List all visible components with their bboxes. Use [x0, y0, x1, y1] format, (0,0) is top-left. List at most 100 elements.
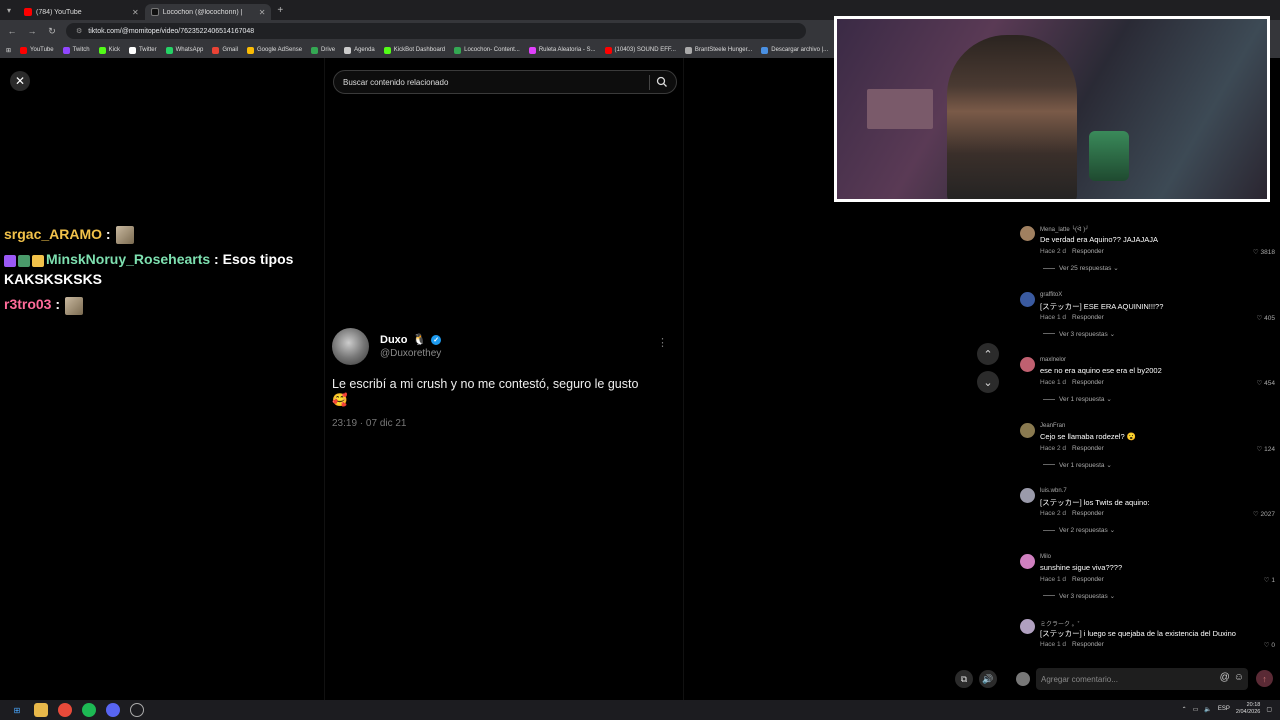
- bookmark-item[interactable]: Gmail: [212, 46, 238, 54]
- comment-username[interactable]: ミクラーク 。˚: [1040, 619, 1080, 628]
- avatar[interactable]: [1020, 488, 1035, 503]
- next-video-button[interactable]: ⌄: [977, 371, 999, 393]
- bookmark-item[interactable]: Twitch: [62, 46, 90, 54]
- volume-icon[interactable]: 🔊: [979, 670, 997, 688]
- view-replies-button[interactable]: Ver 2 respuestas ⌄: [1043, 526, 1115, 534]
- like-button[interactable]: ♡ 454: [1257, 379, 1276, 387]
- like-button[interactable]: ♡ 1: [1264, 576, 1275, 584]
- forward-icon[interactable]: →: [26, 26, 38, 36]
- view-replies-button[interactable]: Ver 3 respuestas ⌄: [1043, 592, 1115, 600]
- tray-chevron-icon[interactable]: ⌃: [1182, 706, 1187, 713]
- bookmark-item[interactable]: YouTube: [20, 46, 54, 54]
- previous-video-button[interactable]: ⌃: [977, 343, 999, 365]
- like-button[interactable]: ♡ 405: [1257, 314, 1276, 322]
- bookmark-item[interactable]: Kick: [98, 46, 120, 54]
- heart-icon: ♡: [1256, 380, 1265, 387]
- view-replies-button[interactable]: Ver 1 respuesta ⌄: [1043, 395, 1112, 403]
- bookmark-item[interactable]: Agenda: [344, 46, 375, 54]
- bookmark-item[interactable]: WhatsApp: [165, 46, 203, 54]
- reply-button[interactable]: Responder: [1072, 576, 1104, 583]
- tab-tiktok[interactable]: Locochon (@locochonn) | ✕: [144, 4, 272, 20]
- like-button[interactable]: ♡ 0: [1264, 641, 1275, 649]
- bookmark-item[interactable]: Drive: [311, 46, 335, 54]
- network-icon[interactable]: ▭: [1193, 706, 1199, 713]
- bookmark-item[interactable]: Twitter: [128, 46, 157, 54]
- cam-background-monitor: [867, 89, 933, 129]
- search-icon[interactable]: [656, 76, 668, 88]
- bookmark-item[interactable]: KickBot Dashboard: [383, 46, 446, 54]
- avatar[interactable]: [1020, 357, 1035, 372]
- site-info-icon[interactable]: ⚙: [76, 27, 82, 35]
- bookmark-label: KickBot Dashboard: [393, 47, 446, 53]
- reload-icon[interactable]: ↻: [46, 26, 58, 37]
- like-button[interactable]: ♡ 124: [1257, 445, 1276, 453]
- heart-icon: ♡: [1252, 511, 1261, 518]
- reply-button[interactable]: Responder: [1072, 510, 1104, 517]
- avatar[interactable]: [1020, 226, 1035, 241]
- bookmark-item[interactable]: Google AdSense: [247, 46, 302, 54]
- avatar[interactable]: [1020, 291, 1035, 307]
- comment-username[interactable]: JeanFran: [1040, 423, 1065, 429]
- replies-divider: [1043, 333, 1055, 335]
- chevron-down-icon: ⌄: [1107, 527, 1116, 534]
- tab-search-icon[interactable]: ▾: [0, 6, 18, 15]
- back-icon[interactable]: ←: [6, 26, 18, 36]
- chat-emote: [65, 296, 84, 315]
- stream-chat-overlay: srgac_ARAMO : MinskNoruy_Rosehearts : Eso…: [4, 224, 304, 320]
- new-tab-icon[interactable]: +: [277, 5, 283, 16]
- avatar[interactable]: [1020, 422, 1035, 438]
- view-replies-button[interactable]: Ver 25 respuestas ⌄: [1043, 264, 1119, 272]
- address-bar[interactable]: ⚙ tiktok.com/@momitope/video/76235224065…: [66, 23, 806, 39]
- chat-message: r3tro03 :: [4, 294, 304, 315]
- reply-button[interactable]: Responder: [1072, 314, 1104, 321]
- chat-separator: :: [210, 251, 219, 268]
- mention-icon[interactable]: @: [1220, 672, 1230, 683]
- like-button[interactable]: ♡ 3818: [1253, 248, 1275, 256]
- bookmark-item[interactable]: Locochon- Content...: [454, 46, 520, 54]
- tab-close-icon[interactable]: ✕: [132, 8, 139, 17]
- reply-button[interactable]: Responder: [1072, 248, 1104, 255]
- spotify-icon[interactable]: [82, 703, 96, 717]
- report-icon[interactable]: ⧉: [955, 670, 973, 688]
- avatar[interactable]: [1020, 619, 1035, 634]
- view-replies-button[interactable]: Ver 1 respuesta ⌄: [1043, 461, 1112, 469]
- clock-time: 20:18: [1246, 702, 1261, 708]
- tab-close-icon[interactable]: ✕: [259, 8, 266, 17]
- tab-youtube[interactable]: (784) YouTube ✕: [18, 4, 145, 20]
- view-replies-button[interactable]: Ver 3 respuestas ⌄: [1043, 330, 1115, 338]
- like-button[interactable]: ♡ 2027: [1253, 510, 1275, 518]
- obs-icon[interactable]: [130, 703, 144, 717]
- comment-placeholder: Agregar comentario...: [1041, 674, 1118, 684]
- notification-icon[interactable]: ▢: [1266, 706, 1272, 713]
- chrome-icon[interactable]: [58, 703, 72, 717]
- file-explorer-icon[interactable]: [34, 703, 48, 717]
- reply-button[interactable]: Responder: [1072, 379, 1104, 386]
- avatar[interactable]: [1020, 553, 1035, 569]
- comment-username[interactable]: luis.wbn.7: [1040, 488, 1067, 494]
- windows-start-icon[interactable]: ⊞: [10, 703, 24, 717]
- send-comment-button[interactable]: ↑: [1256, 670, 1273, 687]
- comment-username[interactable]: Mena_latte ╰(ᐛ )╯: [1040, 226, 1089, 233]
- reply-button[interactable]: Responder: [1072, 641, 1104, 648]
- close-video-button[interactable]: ✕: [10, 71, 30, 91]
- bookmark-item[interactable]: Ruleta Aleatoria - S...: [528, 46, 596, 54]
- related-search-input[interactable]: Buscar contenido relacionado: [333, 70, 677, 94]
- reply-button[interactable]: Responder: [1072, 445, 1104, 452]
- bookmark-item[interactable]: BrantSteele Hunger...: [684, 46, 752, 54]
- discord-icon[interactable]: [106, 703, 120, 717]
- comment-username[interactable]: graffitoX: [1040, 292, 1062, 298]
- bookmark-item[interactable]: Descargar archivo |...: [761, 46, 828, 54]
- comment-username[interactable]: maxlnelor: [1040, 357, 1066, 363]
- bookmark-item[interactable]: (10403) SOUND EFF...: [604, 46, 676, 54]
- like-count: 0: [1271, 642, 1275, 649]
- comment-username[interactable]: Milo: [1040, 554, 1051, 560]
- tweet-emoji: 🥰: [332, 393, 348, 407]
- emoji-icon[interactable]: ☺: [1234, 672, 1244, 683]
- language-indicator[interactable]: ESP: [1218, 706, 1230, 712]
- bookmark-favicon-icon: [344, 46, 352, 54]
- comment-input[interactable]: Agregar comentario... @ ☺: [1036, 668, 1248, 690]
- speaker-icon[interactable]: 🔈: [1204, 706, 1211, 713]
- video-player[interactable]: Buscar contenido relacionado Duxo 🐧 ✓ @D…: [324, 58, 684, 700]
- apps-icon[interactable]: ⊞: [6, 47, 11, 54]
- clock[interactable]: 20:18 2/04/2026: [1236, 702, 1260, 716]
